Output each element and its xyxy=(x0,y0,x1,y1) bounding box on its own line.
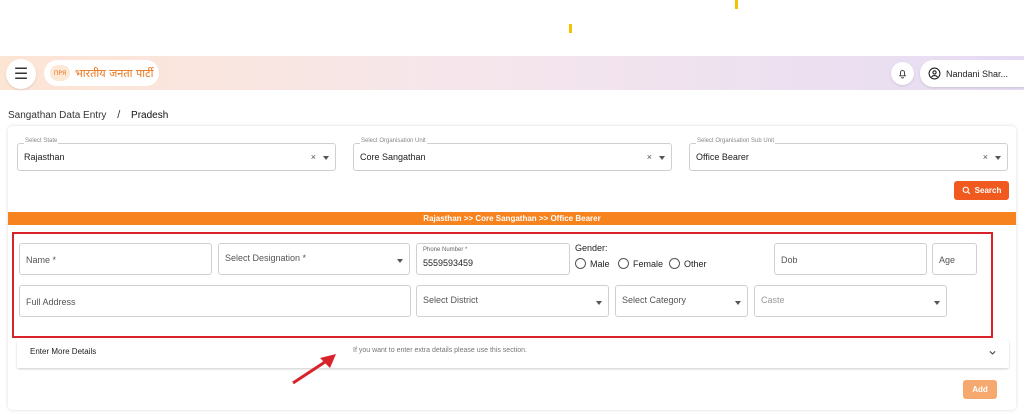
org-unit-select-label: Select Organisation Unit xyxy=(360,138,427,144)
org-sub-unit-select-value: Office Bearer xyxy=(696,152,749,162)
age-placeholder: Age xyxy=(939,255,956,265)
decorative-mark xyxy=(569,24,572,33)
brand-name: भारतीय जनता पार्टी xyxy=(75,66,154,80)
bell-icon xyxy=(898,70,907,79)
gender-radio-female[interactable]: Female xyxy=(618,258,663,269)
radio-circle[interactable] xyxy=(618,258,629,269)
page: ☰ ПРЯ भारतीय जनता पार्टी Nandani Shar...… xyxy=(0,0,1024,414)
designation-select[interactable]: Select Designation * xyxy=(218,243,410,275)
gender-option-label: Female xyxy=(633,258,664,269)
decorative-mark xyxy=(735,0,738,9)
chevron-down-icon[interactable] xyxy=(988,348,997,357)
add-button[interactable]: Add xyxy=(963,380,997,399)
gender-option-label: Male xyxy=(590,258,610,269)
chevron-down-icon[interactable] xyxy=(735,301,741,305)
breadcrumb-current: Pradesh xyxy=(131,110,169,121)
gender-radio-other[interactable]: Other xyxy=(669,258,707,269)
party-logo-icon: ПРЯ xyxy=(50,65,70,81)
name-field[interactable]: Name * xyxy=(19,243,212,275)
menu-button[interactable]: ☰ xyxy=(6,59,36,89)
state-select-value: Rajasthan xyxy=(24,152,65,162)
user-menu[interactable]: Nandani Shar... xyxy=(920,60,1024,87)
designation-placeholder: Select Designation * xyxy=(225,253,307,263)
user-avatar-icon xyxy=(928,67,941,80)
full-address-field[interactable]: Full Address xyxy=(19,285,411,317)
radio-circle[interactable] xyxy=(575,258,586,269)
org-sub-unit-select-label: Select Organisation Sub Unit xyxy=(696,138,776,144)
district-placeholder: Select District xyxy=(423,295,479,305)
chevron-down-icon[interactable] xyxy=(596,301,602,305)
search-button-label: Search xyxy=(974,186,1002,195)
gender-radio-male[interactable]: Male xyxy=(575,258,610,269)
age-field[interactable]: Age xyxy=(932,243,977,275)
category-select[interactable]: Select Category xyxy=(615,285,748,317)
breadcrumb: Sangathan Data Entry / Pradesh xyxy=(8,109,168,121)
more-details-hint: If you want to enter extra details pleas… xyxy=(353,347,527,354)
gender-label: Gender: xyxy=(575,243,608,253)
org-sub-unit-select[interactable]: Select Organisation Sub Unit Office Bear… xyxy=(689,138,1008,171)
caste-placeholder: Caste xyxy=(761,295,785,305)
clear-icon[interactable]: × xyxy=(311,152,316,162)
top-bar: ☰ ПРЯ भारतीय जनता पार्टी Nandani Shar... xyxy=(0,56,1024,90)
phone-number-value: 5559593459 xyxy=(423,258,474,268)
annotation-arrow-icon xyxy=(292,354,336,385)
district-select[interactable]: Select District xyxy=(416,285,609,317)
chevron-down-icon[interactable] xyxy=(995,156,1001,160)
brand-logo[interactable]: ПРЯ भारतीय जनता पार्टी xyxy=(44,60,159,86)
chevron-down-icon[interactable] xyxy=(934,301,940,305)
clear-icon[interactable]: × xyxy=(983,152,988,162)
notifications-button[interactable] xyxy=(891,62,914,85)
selection-path-banner: Rajasthan >> Core Sangathan >> Office Be… xyxy=(8,212,1016,225)
hamburger-icon: ☰ xyxy=(13,66,29,83)
chevron-down-icon[interactable] xyxy=(323,156,329,160)
phone-number-field[interactable]: Phone Number * 5559593459 xyxy=(416,243,570,275)
state-select[interactable]: Select State Rajasthan × xyxy=(17,138,336,171)
chevron-down-icon[interactable] xyxy=(397,259,403,263)
breadcrumb-parent[interactable]: Sangathan Data Entry xyxy=(8,110,106,121)
radio-circle[interactable] xyxy=(669,258,680,269)
category-placeholder: Select Category xyxy=(622,295,687,305)
breadcrumb-separator: / xyxy=(117,109,121,121)
clear-icon[interactable]: × xyxy=(647,152,652,162)
org-unit-select-value: Core Sangathan xyxy=(360,152,426,162)
state-select-label: Select State xyxy=(24,138,59,144)
more-details-accordion[interactable]: Enter More Details If you want to enter … xyxy=(17,340,1009,368)
phone-number-label: Phone Number * xyxy=(423,247,468,253)
caste-select[interactable]: Caste xyxy=(754,285,947,317)
more-details-title: Enter More Details xyxy=(30,347,97,356)
user-name: Nandani Shar... xyxy=(946,68,1009,79)
dob-placeholder: Dob xyxy=(781,255,798,265)
search-icon xyxy=(962,186,970,195)
dob-field[interactable]: Dob xyxy=(774,243,927,275)
org-unit-select[interactable]: Select Organisation Unit Core Sangathan … xyxy=(353,138,672,171)
search-button[interactable]: Search xyxy=(954,181,1009,200)
name-placeholder: Name * xyxy=(26,255,57,265)
full-address-placeholder: Full Address xyxy=(26,297,76,307)
chevron-down-icon[interactable] xyxy=(659,156,665,160)
gender-option-label: Other xyxy=(684,258,707,269)
